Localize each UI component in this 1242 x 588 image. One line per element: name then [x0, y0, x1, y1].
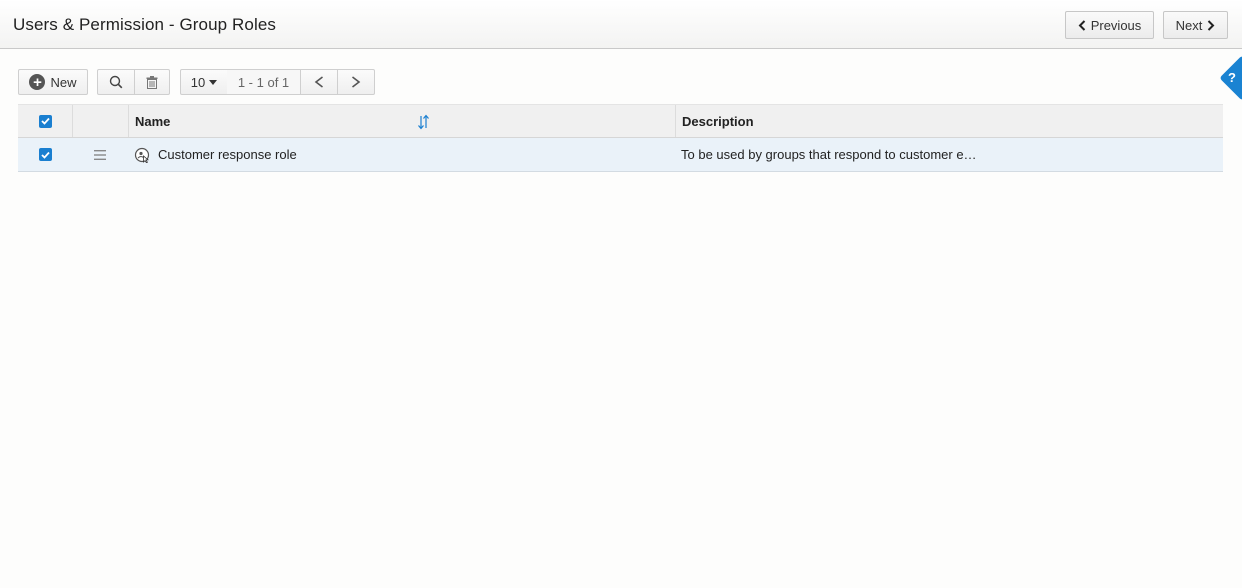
caret-down-icon — [209, 79, 218, 85]
table-row[interactable]: Customer response role To be used by gro… — [18, 138, 1223, 172]
search-icon — [109, 75, 123, 89]
row-check-cell — [18, 138, 72, 171]
plus-circle-icon: + — [29, 74, 46, 90]
row-handle-cell — [72, 138, 128, 171]
handle-header-cell — [72, 105, 128, 137]
previous-button[interactable]: Previous — [1065, 11, 1154, 39]
sort-icon[interactable] — [417, 114, 431, 130]
description-column-header[interactable]: Description — [675, 105, 1223, 137]
chevron-right-icon — [352, 76, 361, 88]
drag-handle-icon[interactable] — [94, 149, 106, 160]
description-column-label: Description — [682, 113, 754, 129]
help-icon[interactable]: ? — [1228, 70, 1236, 85]
name-column-label: Name — [135, 113, 171, 129]
check-icon — [40, 151, 50, 159]
name-column-header[interactable]: Name — [128, 105, 676, 137]
page-title: Users & Permission - Group Roles — [13, 15, 276, 34]
previous-label: Previous — [1090, 17, 1142, 33]
next-button[interactable]: Next — [1163, 11, 1228, 39]
role-icon[interactable] — [134, 147, 150, 163]
new-button[interactable]: + New — [18, 69, 88, 95]
chevron-left-icon — [1078, 19, 1085, 31]
pager-prev-button[interactable] — [300, 69, 338, 95]
new-label: New — [50, 74, 77, 90]
role-name[interactable]: Customer response role — [158, 147, 297, 162]
page-size-dropdown[interactable]: 10 — [180, 69, 228, 95]
grid-header: Name Description — [18, 104, 1223, 138]
chevron-right-icon — [1208, 19, 1215, 31]
roles-grid: Name Description Customer response role … — [18, 104, 1223, 172]
chevron-left-icon — [314, 76, 323, 88]
pager-status: 1 - 1 of 1 — [227, 69, 301, 95]
role-description: To be used by groups that respond to cus… — [681, 147, 977, 162]
check-icon — [40, 117, 50, 125]
page-header: Users & Permission - Group Roles Previou… — [0, 0, 1242, 49]
row-description-cell: To be used by groups that respond to cus… — [675, 138, 1223, 171]
select-all-checkbox[interactable] — [38, 114, 52, 128]
next-label: Next — [1175, 17, 1203, 33]
select-all-cell — [18, 105, 72, 137]
search-button[interactable] — [97, 69, 135, 95]
page-size-value: 10 — [190, 74, 206, 90]
trash-icon — [146, 75, 158, 89]
pager-next-button[interactable] — [337, 69, 375, 95]
delete-button[interactable] — [134, 69, 170, 95]
row-name-cell: Customer response role — [128, 138, 676, 171]
row-checkbox[interactable] — [38, 148, 52, 161]
